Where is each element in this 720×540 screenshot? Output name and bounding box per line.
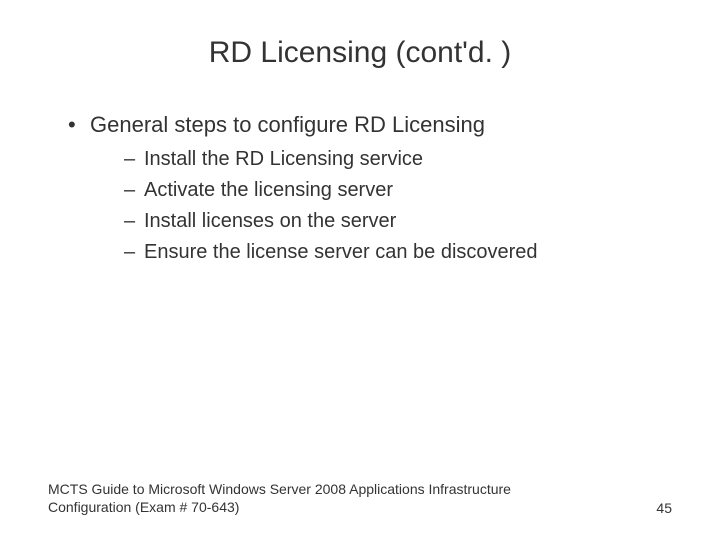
bullet-level2-text: Ensure the license server can be discove… <box>144 241 538 263</box>
bullet-level2-text: Activate the licensing server <box>144 179 393 201</box>
bullet-list-level1: General steps to configure RD Licensing … <box>48 110 672 266</box>
bullet-level2-item: Install licenses on the server <box>124 208 672 235</box>
page-number: 45 <box>656 500 672 516</box>
slide-footer: MCTS Guide to Microsoft Windows Server 2… <box>48 480 672 516</box>
bullet-level2-item: Activate the licensing server <box>124 177 672 204</box>
footer-text: MCTS Guide to Microsoft Windows Server 2… <box>48 480 568 516</box>
bullet-level1-text: General steps to configure RD Licensing <box>90 112 485 137</box>
slide-body: General steps to configure RD Licensing … <box>48 110 672 266</box>
bullet-list-level2: Install the RD Licensing service Activat… <box>90 146 672 266</box>
bullet-level2-item: Install the RD Licensing service <box>124 146 672 173</box>
bullet-level2-item: Ensure the license server can be discove… <box>124 239 672 266</box>
slide-title: RD Licensing (cont'd. ) <box>48 36 672 70</box>
bullet-level2-text: Install the RD Licensing service <box>144 148 423 170</box>
slide: RD Licensing (cont'd. ) General steps to… <box>0 0 720 540</box>
bullet-level2-text: Install licenses on the server <box>144 210 396 232</box>
bullet-level1-item: General steps to configure RD Licensing … <box>68 110 672 266</box>
